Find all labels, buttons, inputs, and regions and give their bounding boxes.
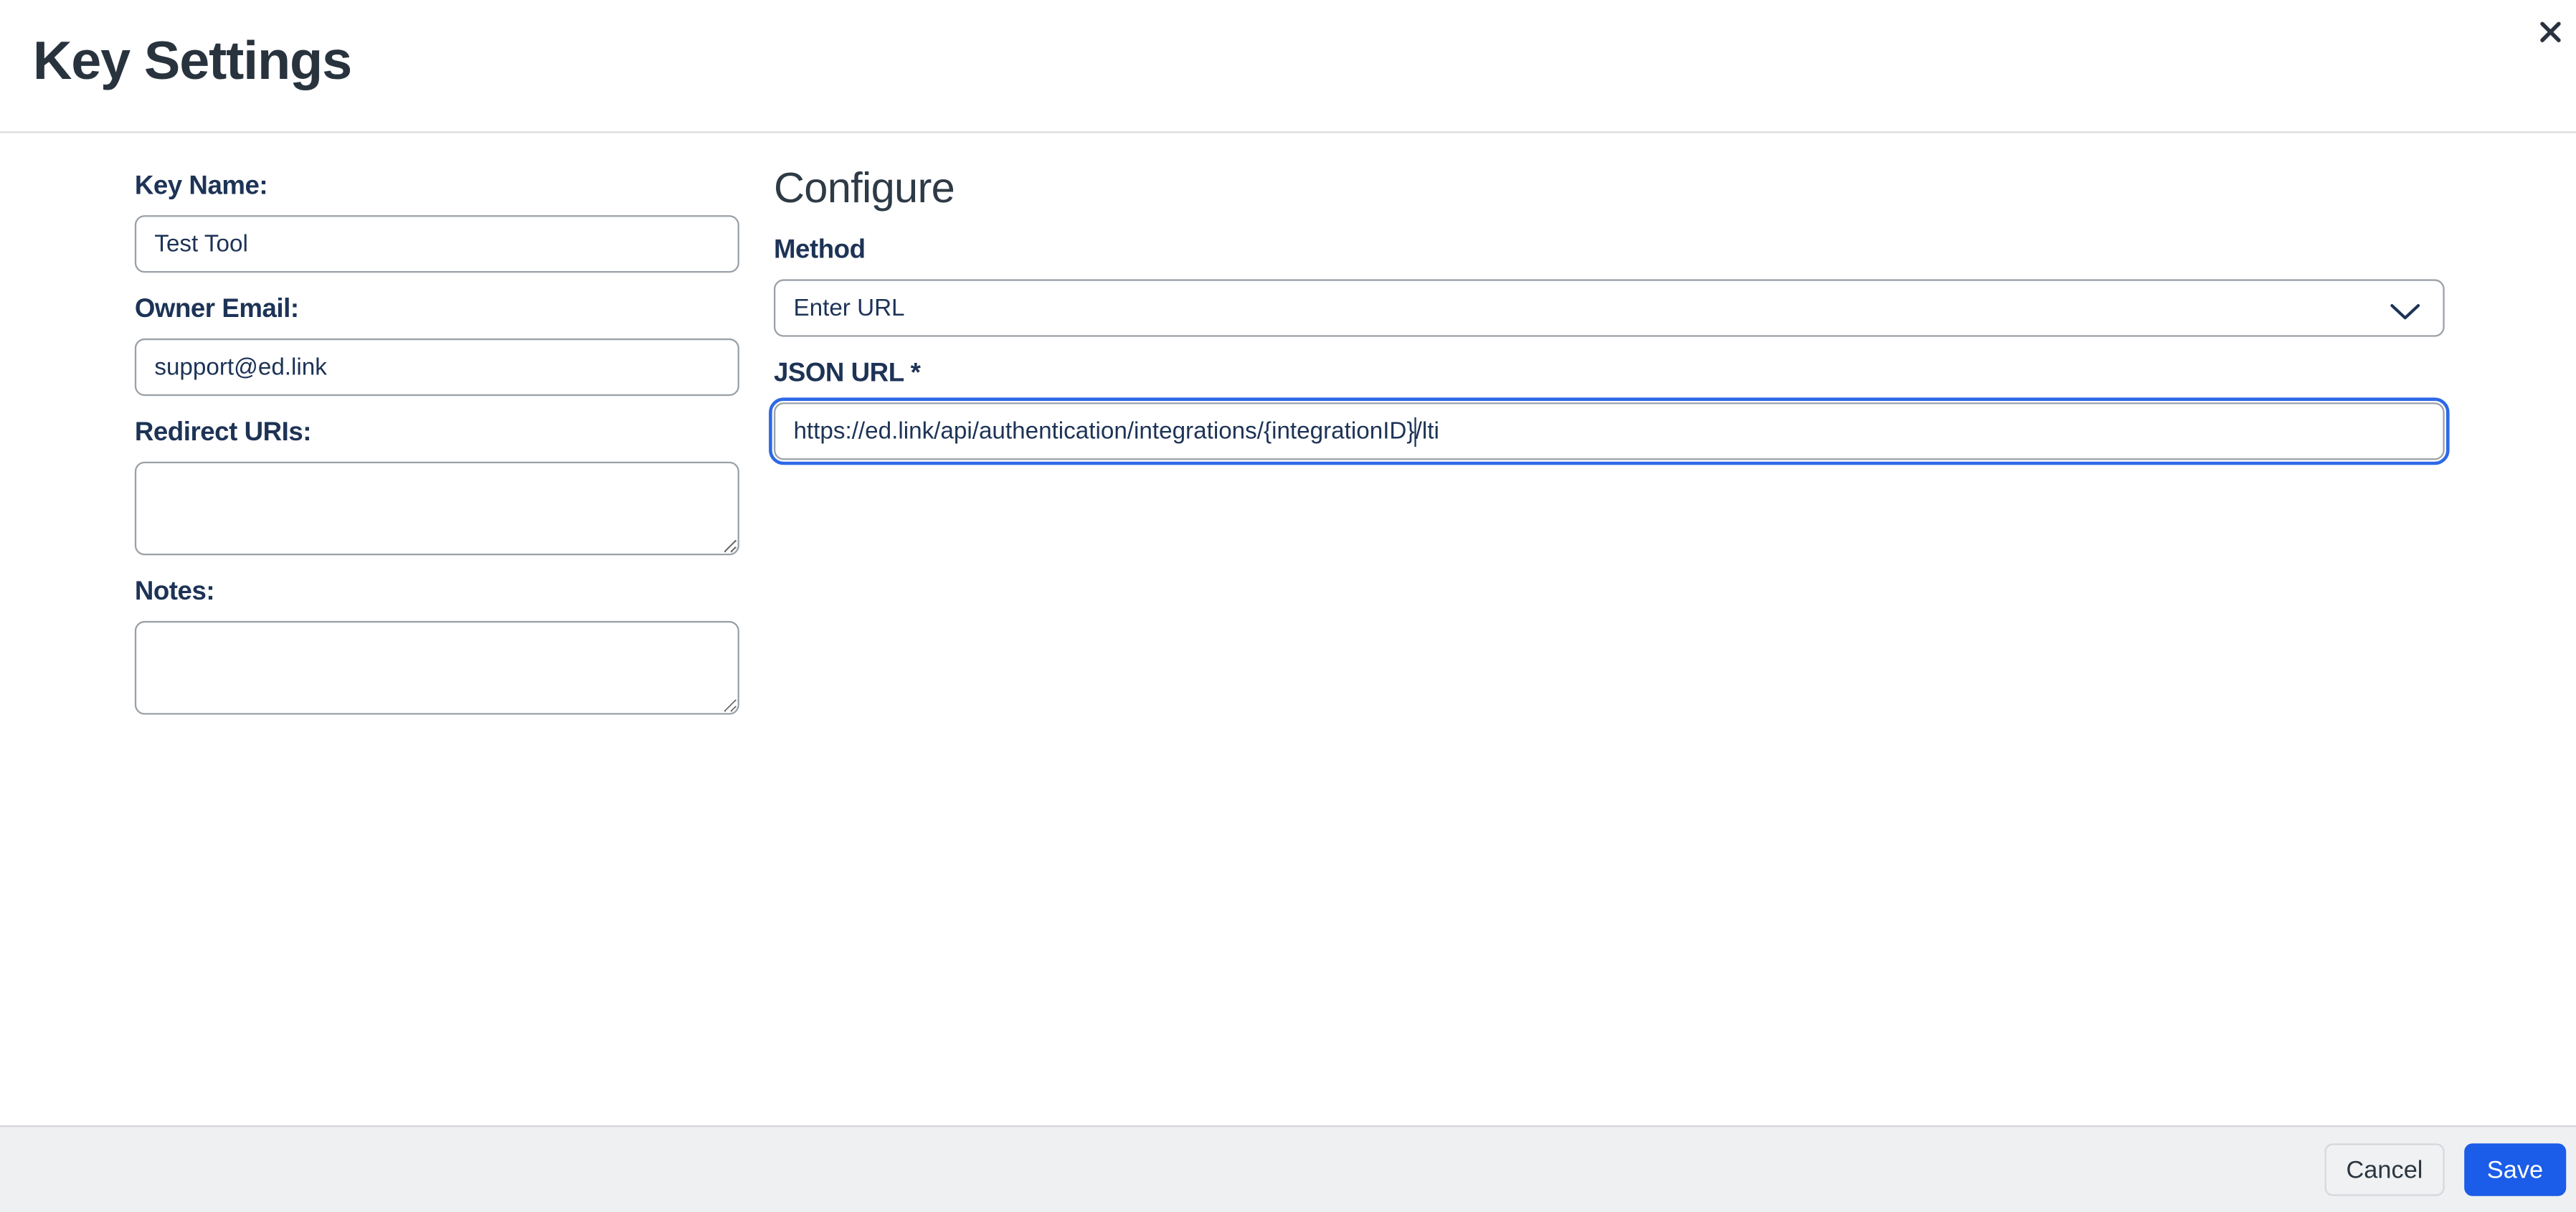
- key-name-label: Key Name:: [134, 172, 268, 201]
- owner-email-label: Owner Email:: [134, 295, 299, 324]
- save-button[interactable]: Save: [2463, 1143, 2567, 1196]
- method-select[interactable]: Enter URL: [773, 279, 2445, 337]
- json-url-input[interactable]: https://ed.link/api/authentication/integ…: [769, 397, 2450, 465]
- modal-footer: Cancel Save: [0, 1125, 2576, 1212]
- json-url-label: JSON URL *: [773, 359, 921, 388]
- method-selected-value: Enter URL: [793, 295, 905, 321]
- redirect-uris-label: Redirect URIs:: [134, 419, 312, 448]
- configure-heading: Configure: [773, 162, 955, 212]
- key-details-form: Key Name: Owner Email: Redirect URIs: No…: [134, 133, 739, 1126]
- close-button[interactable]: [2532, 13, 2567, 49]
- redirect-uris-textarea[interactable]: [134, 461, 739, 556]
- modal-header: Key Settings: [0, 0, 2576, 133]
- json-url-value-after-caret: /lti: [1415, 418, 1439, 445]
- configure-section: Configure Method Enter URL JSON URL * ht…: [769, 133, 2450, 1126]
- modal-body: Key Name: Owner Email: Redirect URIs: No…: [0, 133, 2576, 1126]
- key-name-input[interactable]: [134, 215, 739, 273]
- chevron-down-icon: [2390, 300, 2420, 326]
- page-title: Key Settings: [32, 29, 352, 90]
- notes-label: Notes:: [134, 578, 215, 607]
- owner-email-input[interactable]: [134, 338, 739, 397]
- method-label: Method: [773, 236, 866, 265]
- json-url-value-before-caret: https://ed.link/api/authentication/integ…: [793, 418, 1415, 445]
- screen: Key Settings Key Name: Owner Email: Redi…: [0, 0, 2576, 1212]
- cancel-button[interactable]: Cancel: [2324, 1143, 2445, 1196]
- key-settings-modal: Key Settings Key Name: Owner Email: Redi…: [0, 0, 2576, 1212]
- close-icon: [2539, 21, 2560, 42]
- notes-textarea[interactable]: [134, 620, 739, 715]
